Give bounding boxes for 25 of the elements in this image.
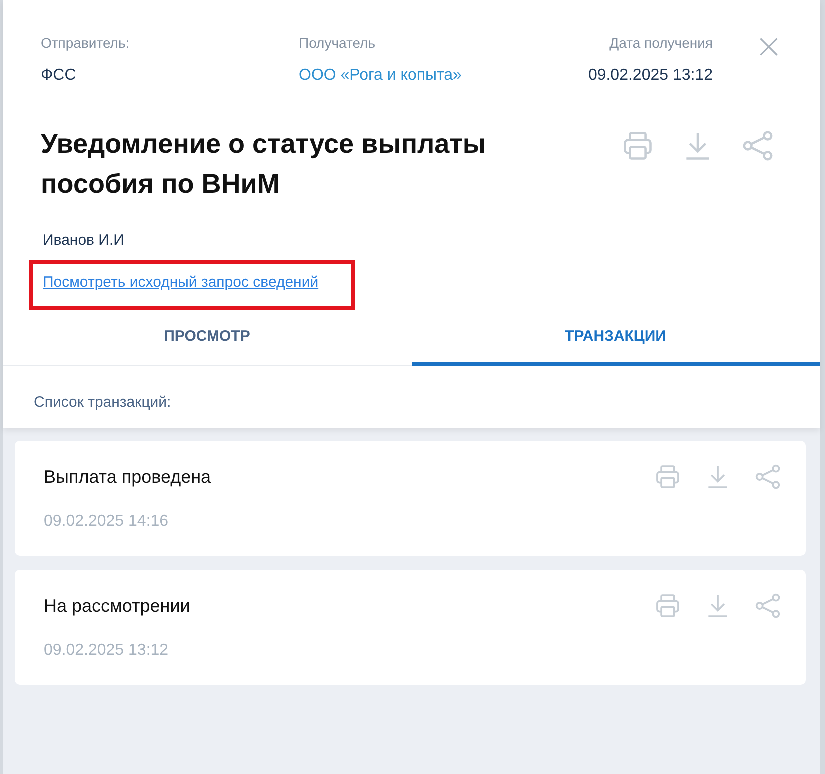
print-icon[interactable] bbox=[654, 592, 682, 620]
share-icon[interactable] bbox=[754, 592, 782, 620]
share-icon[interactable] bbox=[741, 129, 775, 163]
field-value: ФСС bbox=[41, 67, 78, 85]
tab[interactable]: ПРОСМОТР bbox=[3, 310, 412, 366]
field-value: 09.02.2025 13:12 bbox=[588, 67, 713, 85]
transaction-title: На рассмотрении bbox=[44, 596, 190, 616]
close-icon[interactable] bbox=[758, 36, 780, 58]
document-title: Уведомление о статусе выплаты пособия по ВНиМ bbox=[41, 128, 487, 201]
transaction-card[interactable]: Выплата проведена 09.02.2025 14:16 bbox=[15, 441, 806, 556]
transaction-date: 09.02.2025 14:16 bbox=[44, 513, 170, 531]
source-request-link[interactable]: Посмотреть исходный запрос сведений bbox=[29, 260, 355, 310]
transaction-date: 09.02.2025 13:12 bbox=[44, 642, 170, 660]
field-label: Дата получения bbox=[610, 35, 713, 51]
field-label: Получатель bbox=[299, 35, 377, 51]
author-name: Иванов И.И bbox=[42, 231, 126, 249]
field-label: Отправитель: bbox=[41, 35, 131, 51]
print-icon[interactable] bbox=[621, 129, 655, 163]
transaction-title: Выплата проведена bbox=[44, 466, 212, 488]
share-icon[interactable] bbox=[754, 463, 782, 491]
tab[interactable]: ТРАНЗАКЦИИ bbox=[412, 310, 820, 366]
print-icon[interactable] bbox=[654, 463, 682, 491]
transaction-card[interactable]: На рассмотрении 09.02.2025 13:12 bbox=[15, 570, 806, 685]
recipient-link[interactable]: ООО «Рога и копыта» bbox=[299, 67, 549, 85]
list-label: Список транзакций: bbox=[33, 393, 172, 411]
